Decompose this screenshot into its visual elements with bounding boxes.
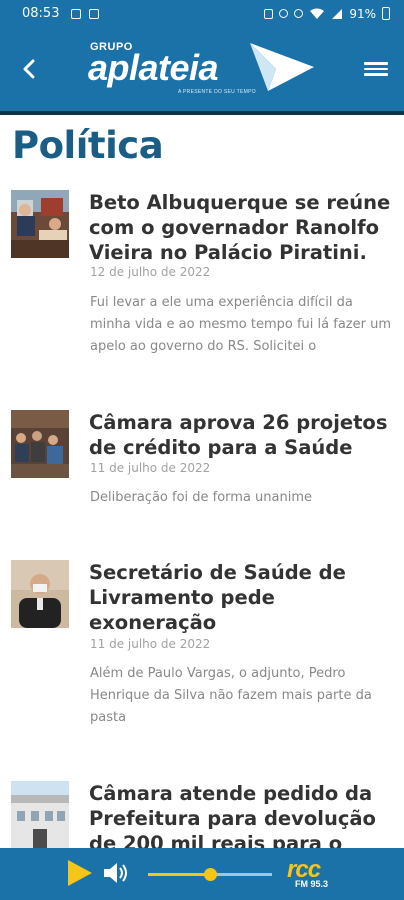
paper-plane-icon xyxy=(250,43,314,91)
article-title[interactable]: Câmara atende pedido da Prefeitura para … xyxy=(89,781,394,856)
app-notification-icon xyxy=(89,8,100,19)
article-date: 12 de julho de 2022 xyxy=(90,265,211,279)
volume-icon[interactable] xyxy=(102,860,128,886)
volume-slider-fill xyxy=(148,873,210,876)
play-icon[interactable] xyxy=(68,860,92,886)
signal-icon xyxy=(332,8,343,19)
menu-button[interactable] xyxy=(364,57,388,81)
article-item[interactable]: Câmara aprova 26 projetos de crédito par… xyxy=(0,410,404,530)
status-time: 08:53 xyxy=(22,6,60,21)
back-button[interactable] xyxy=(14,51,44,87)
gallery-notification-icon xyxy=(71,8,82,19)
battery-icon xyxy=(382,7,390,20)
article-excerpt: Deliberação foi de forma unanime xyxy=(90,490,313,505)
article-thumbnail[interactable] xyxy=(11,190,69,258)
article-item[interactable]: Secretário de Saúde de Livramento pede e… xyxy=(0,560,404,730)
article-excerpt: Fui levar a ele uma experiência difícil … xyxy=(90,295,391,354)
article-date: 11 de julho de 2022 xyxy=(90,461,211,475)
volume-slider-knob[interactable] xyxy=(204,868,217,881)
station-frequency: FM 95.3 xyxy=(295,879,329,889)
chevron-left-icon xyxy=(23,59,35,79)
page-title: Política xyxy=(12,124,164,167)
status-bar: 08:53 91% xyxy=(0,0,404,27)
article-date: 11 de julho de 2022 xyxy=(90,637,211,651)
article-item[interactable]: Câmara atende pedido da Prefeitura para … xyxy=(0,781,404,855)
article-excerpt: Além de Paulo Vargas, o adjunto, Pedro H… xyxy=(90,666,372,725)
person-photo xyxy=(11,560,69,628)
building-photo xyxy=(11,781,69,849)
council-photo xyxy=(11,410,69,478)
meeting-photo xyxy=(11,190,69,258)
mute-icon xyxy=(294,9,304,18)
header-divider xyxy=(0,111,404,115)
article-thumbnail[interactable] xyxy=(11,560,69,628)
aplateia-logo[interactable]: GRUPO aplateia A PRESENTE DO SEU TEMPO xyxy=(88,37,318,101)
article-item[interactable]: Beto Albuquerque se reúne com o governad… xyxy=(0,188,404,368)
station-logo: rcc FM 95.3 xyxy=(287,856,339,889)
article-title[interactable]: Câmara aprova 26 projetos de crédito par… xyxy=(89,410,394,460)
logo-name-text: aplateia xyxy=(88,47,219,88)
radio-player: rcc FM 95.3 xyxy=(0,848,404,900)
logo-tagline: A PRESENTE DO SEU TEMPO xyxy=(178,89,256,95)
article-thumbnail[interactable] xyxy=(11,410,69,478)
status-icons: 91% xyxy=(264,0,390,27)
alarm-icon xyxy=(279,9,289,18)
article-title[interactable]: Beto Albuquerque se reúne com o governad… xyxy=(89,190,394,265)
volume-slider[interactable] xyxy=(148,868,272,881)
hamburger-line xyxy=(364,67,388,71)
article-thumbnail[interactable] xyxy=(11,781,69,849)
app-header: GRUPO aplateia A PRESENTE DO SEU TEMPO xyxy=(0,27,404,111)
hamburger-menu-icon xyxy=(364,62,388,65)
lock-icon xyxy=(264,8,274,19)
battery-percent: 91% xyxy=(349,6,376,21)
hamburger-line xyxy=(364,73,388,76)
article-title[interactable]: Secretário de Saúde de Livramento pede e… xyxy=(89,560,394,635)
wifi-icon xyxy=(310,8,325,19)
